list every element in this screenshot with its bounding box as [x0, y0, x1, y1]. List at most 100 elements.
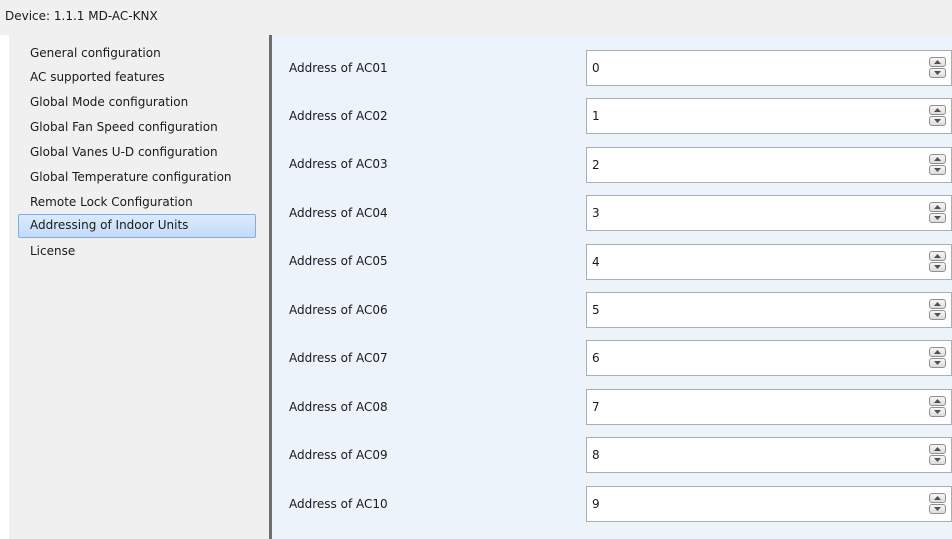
address-input-ac08[interactable]: 7 — [592, 400, 600, 414]
window-title: Device: 1.1.1 MD-AC-KNX — [5, 9, 158, 23]
address-input-ac05[interactable]: 4 — [592, 255, 600, 269]
spin-down-button[interactable] — [929, 407, 946, 417]
spin-down-button[interactable] — [929, 213, 946, 223]
triangle-down-icon — [934, 313, 941, 317]
address-spinbox-ac01[interactable]: 0 — [586, 50, 952, 86]
triangle-up-icon — [934, 157, 941, 161]
spin-buttons — [929, 251, 946, 273]
address-spinbox-ac07[interactable]: 6 — [586, 340, 952, 376]
address-label-ac06: Address of AC06 — [289, 303, 388, 317]
sidebar-item-remote-lock-configuration[interactable]: Remote Lock Configuration — [18, 191, 256, 215]
spin-buttons — [929, 444, 946, 466]
spin-up-button[interactable] — [929, 105, 946, 115]
spin-up-button[interactable] — [929, 154, 946, 164]
address-input-ac09[interactable]: 8 — [592, 448, 600, 462]
spin-up-button[interactable] — [929, 444, 946, 454]
address-spinbox-ac02[interactable]: 1 — [586, 98, 952, 134]
address-label-ac02: Address of AC02 — [289, 109, 388, 123]
spin-down-button[interactable] — [929, 504, 946, 514]
spin-down-button[interactable] — [929, 68, 946, 78]
triangle-down-icon — [934, 168, 941, 172]
spin-buttons — [929, 396, 946, 418]
spin-up-button[interactable] — [929, 396, 946, 406]
triangle-down-icon — [934, 507, 941, 511]
sidebar-item-label: Global Fan Speed configuration — [30, 120, 218, 134]
sidebar-item-label: AC supported features — [30, 70, 165, 84]
spin-up-button[interactable] — [929, 202, 946, 212]
address-input-ac03[interactable]: 2 — [592, 158, 600, 172]
address-spinbox-ac08[interactable]: 7 — [586, 389, 952, 425]
address-input-ac02[interactable]: 1 — [592, 109, 600, 123]
sidebar-item-ac-supported-features[interactable]: AC supported features — [18, 66, 256, 90]
spin-buttons — [929, 347, 946, 369]
address-label-ac04: Address of AC04 — [289, 206, 388, 220]
sidebar-item-label: Addressing of Indoor Units — [30, 218, 189, 232]
spin-up-button[interactable] — [929, 347, 946, 357]
triangle-down-icon — [934, 119, 941, 123]
triangle-up-icon — [934, 399, 941, 403]
triangle-down-icon — [934, 361, 941, 365]
address-input-ac06[interactable]: 5 — [592, 303, 600, 317]
address-input-ac01[interactable]: 0 — [592, 61, 600, 75]
triangle-down-icon — [934, 71, 941, 75]
spin-buttons — [929, 154, 946, 176]
spin-up-button[interactable] — [929, 57, 946, 67]
address-spinbox-ac03[interactable]: 2 — [586, 147, 952, 183]
sidebar-item-global-temperature-configuration[interactable]: Global Temperature configuration — [18, 166, 256, 190]
address-input-ac07[interactable]: 6 — [592, 351, 600, 365]
triangle-up-icon — [934, 108, 941, 112]
address-spinbox-ac04[interactable]: 3 — [586, 195, 952, 231]
spin-down-button[interactable] — [929, 310, 946, 320]
spin-up-button[interactable] — [929, 299, 946, 309]
spin-buttons — [929, 202, 946, 224]
address-input-ac10[interactable]: 9 — [592, 497, 600, 511]
address-label-ac01: Address of AC01 — [289, 61, 388, 75]
spin-down-button[interactable] — [929, 455, 946, 465]
spin-down-button[interactable] — [929, 262, 946, 272]
triangle-up-icon — [934, 60, 941, 64]
triangle-up-icon — [934, 496, 941, 500]
triangle-up-icon — [934, 254, 941, 258]
sidebar-item-global-mode-configuration[interactable]: Global Mode configuration — [18, 91, 256, 115]
spin-buttons — [929, 493, 946, 515]
triangle-down-icon — [934, 216, 941, 220]
sidebar-item-label: Global Mode configuration — [30, 95, 189, 109]
sidebar-item-label: License — [30, 244, 76, 258]
parameters-panel: Address of AC01 0 Address of AC02 1 Addr… — [272, 35, 952, 539]
address-label-ac03: Address of AC03 — [289, 157, 388, 171]
address-input-ac04[interactable]: 3 — [592, 206, 600, 220]
triangle-down-icon — [934, 410, 941, 414]
sidebar-item-general-configuration[interactable]: General configuration — [18, 42, 256, 66]
sidebar: General configuration AC supported featu… — [9, 35, 269, 539]
address-label-ac07: Address of AC07 — [289, 351, 388, 365]
address-spinbox-ac10[interactable]: 9 — [586, 486, 952, 522]
title-bar: Device: 1.1.1 MD-AC-KNX — [0, 0, 952, 35]
sidebar-item-license[interactable]: License — [18, 240, 256, 264]
address-spinbox-ac06[interactable]: 5 — [586, 292, 952, 328]
triangle-up-icon — [934, 350, 941, 354]
triangle-up-icon — [934, 447, 941, 451]
sidebar-item-global-vanes-ud-configuration[interactable]: Global Vanes U-D configuration — [18, 141, 256, 165]
sidebar-item-label: Global Temperature configuration — [30, 170, 232, 184]
address-label-ac10: Address of AC10 — [289, 497, 388, 511]
triangle-up-icon — [934, 302, 941, 306]
address-spinbox-ac05[interactable]: 4 — [586, 244, 952, 280]
triangle-down-icon — [934, 458, 941, 462]
sidebar-item-addressing-of-indoor-units[interactable]: Addressing of Indoor Units — [18, 214, 256, 238]
triangle-up-icon — [934, 205, 941, 209]
sidebar-item-label: Remote Lock Configuration — [30, 195, 193, 209]
address-label-ac05: Address of AC05 — [289, 254, 388, 268]
triangle-down-icon — [934, 265, 941, 269]
sidebar-item-label: General configuration — [30, 46, 161, 60]
spin-up-button[interactable] — [929, 251, 946, 261]
spin-down-button[interactable] — [929, 116, 946, 126]
address-label-ac08: Address of AC08 — [289, 400, 388, 414]
sidebar-item-global-fan-speed-configuration[interactable]: Global Fan Speed configuration — [18, 116, 256, 140]
spin-buttons — [929, 105, 946, 127]
address-label-ac09: Address of AC09 — [289, 448, 388, 462]
spin-down-button[interactable] — [929, 165, 946, 175]
spin-buttons — [929, 57, 946, 79]
address-spinbox-ac09[interactable]: 8 — [586, 437, 952, 473]
spin-up-button[interactable] — [929, 493, 946, 503]
spin-down-button[interactable] — [929, 358, 946, 368]
